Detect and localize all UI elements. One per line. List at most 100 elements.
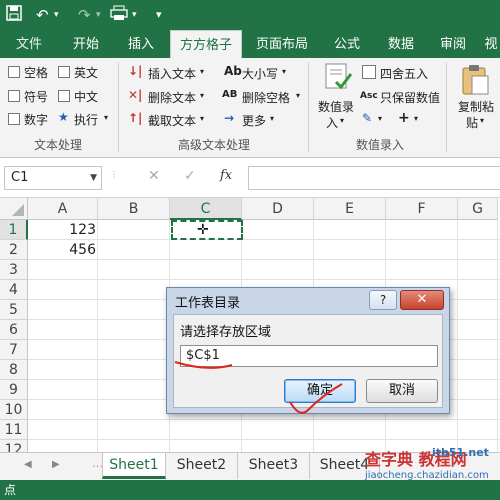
row-header-6[interactable]: 6 bbox=[0, 320, 28, 340]
tab-view[interactable]: 视 bbox=[482, 30, 500, 58]
delete-spaces-dropdown-icon[interactable]: ▾ bbox=[296, 91, 300, 100]
sheet-scroll-right-icon[interactable]: ▶ bbox=[52, 459, 60, 470]
name-box-dropdown-icon[interactable]: ▼ bbox=[90, 167, 97, 189]
close-button[interactable]: ✕ bbox=[400, 290, 444, 310]
checkbox-symbol-label: 符号 bbox=[24, 90, 49, 104]
insert-text-dropdown-icon[interactable]: ▾ bbox=[200, 67, 204, 76]
tab-page-layout[interactable]: 页面布局 bbox=[248, 30, 316, 58]
sheet-tab-3[interactable]: Sheet3 bbox=[238, 453, 310, 479]
sheet-scroll-left-icon[interactable]: ◀ bbox=[24, 459, 32, 470]
column-header-E[interactable]: E bbox=[314, 198, 386, 220]
customize-qat-icon[interactable]: ▾ bbox=[156, 5, 162, 25]
cancel-button[interactable]: 取消 bbox=[366, 379, 438, 403]
value-entry-button-line2[interactable]: 入 bbox=[326, 114, 338, 131]
cancel-entry-icon[interactable]: ✕ bbox=[148, 168, 160, 184]
help-button[interactable]: ? bbox=[369, 290, 397, 310]
execute-button[interactable]: 执行 bbox=[74, 111, 98, 128]
insert-text-icon: ↓| bbox=[128, 64, 143, 78]
row-header-8[interactable]: 8 bbox=[0, 360, 28, 380]
undo-dropdown-icon[interactable]: ▾ bbox=[54, 5, 59, 25]
checkbox-symbol[interactable] bbox=[8, 90, 20, 102]
redo-icon[interactable]: ↷ bbox=[78, 5, 91, 25]
extract-text-dropdown-icon[interactable]: ▾ bbox=[200, 114, 204, 123]
checkbox-number[interactable] bbox=[8, 113, 20, 125]
cell-A2[interactable]: 456 bbox=[28, 240, 98, 260]
case-button[interactable]: 大小写 bbox=[242, 65, 278, 82]
column-header-D[interactable]: D bbox=[242, 198, 314, 220]
column-header-A[interactable]: A bbox=[28, 198, 98, 220]
row-header-12[interactable]: 12 bbox=[0, 440, 28, 452]
checkbox-chinese[interactable] bbox=[58, 90, 70, 102]
tab-insert[interactable]: 插入 bbox=[116, 30, 166, 58]
row-header-1[interactable]: 1 bbox=[0, 220, 28, 240]
select-all-corner[interactable] bbox=[0, 198, 28, 220]
row-header-4[interactable]: 4 bbox=[0, 280, 28, 300]
keep-values-button[interactable]: 只保留数值 bbox=[380, 89, 440, 106]
cell-A1[interactable]: 123 bbox=[28, 220, 98, 240]
row-header-5[interactable]: 5 bbox=[0, 300, 28, 320]
row-header-3[interactable]: 3 bbox=[0, 260, 28, 280]
copy-paste-button-line2[interactable]: 贴 bbox=[466, 114, 478, 131]
plus-icon[interactable]: + bbox=[398, 110, 410, 126]
execute-dropdown-icon[interactable]: ▾ bbox=[104, 113, 108, 122]
value-entry-icon bbox=[322, 62, 354, 92]
value-entry-dropdown-icon[interactable]: ▾ bbox=[340, 116, 344, 125]
row-header-11[interactable]: 11 bbox=[0, 420, 28, 440]
qat-dropdown-icon[interactable]: ▾ bbox=[132, 5, 137, 25]
checkbox-english[interactable] bbox=[58, 66, 70, 78]
worksheet-directory-dialog: 工作表目录 ? ✕ 请选择存放区域 $C$1 确定 取消 bbox=[166, 287, 450, 414]
column-header-C[interactable]: C bbox=[170, 198, 242, 220]
print-preview-icon[interactable] bbox=[110, 5, 128, 26]
more-button[interactable]: 更多 bbox=[242, 112, 266, 129]
row-header-10[interactable]: 10 bbox=[0, 400, 28, 420]
gridline-horizontal bbox=[28, 419, 500, 420]
tab-data[interactable]: 数据 bbox=[378, 30, 424, 58]
column-header-B[interactable]: B bbox=[98, 198, 170, 220]
confirm-entry-icon[interactable]: ✓ bbox=[184, 168, 196, 184]
edit-icon[interactable]: ✎ bbox=[362, 111, 372, 125]
row-header-7[interactable]: 7 bbox=[0, 340, 28, 360]
tab-home[interactable]: 开始 bbox=[60, 30, 112, 58]
column-header-F[interactable]: F bbox=[386, 198, 458, 220]
ok-button[interactable]: 确定 bbox=[284, 379, 356, 403]
group-separator bbox=[118, 62, 119, 152]
undo-icon[interactable]: ↶ bbox=[36, 5, 49, 25]
formula-input[interactable] bbox=[248, 166, 500, 190]
insert-function-icon[interactable]: fx bbox=[220, 168, 232, 183]
extract-text-button[interactable]: 截取文本 bbox=[148, 112, 196, 129]
formula-bar-grip-icon: ⋮ bbox=[110, 170, 118, 179]
checkbox-chinese-label: 中文 bbox=[74, 90, 99, 104]
sheet-tab-2[interactable]: Sheet2 bbox=[166, 453, 238, 479]
tab-fangfang[interactable]: 方方格子 bbox=[170, 30, 242, 58]
value-entry-button[interactable]: 数值录 bbox=[318, 98, 354, 115]
dialog-prompt: 请选择存放区域 bbox=[180, 325, 272, 340]
copy-paste-dropdown-icon[interactable]: ▾ bbox=[480, 116, 484, 125]
column-header-G[interactable]: G bbox=[458, 198, 498, 220]
insert-text-button[interactable]: 插入文本 bbox=[148, 65, 196, 82]
redo-dropdown-icon[interactable]: ▾ bbox=[96, 5, 101, 25]
row-header-9[interactable]: 9 bbox=[0, 380, 28, 400]
more-dropdown-icon[interactable]: ▾ bbox=[270, 114, 274, 123]
delete-text-button[interactable]: 删除文本 bbox=[148, 89, 196, 106]
edit-dropdown-icon[interactable]: ▾ bbox=[378, 114, 382, 123]
tab-formulas[interactable]: 公式 bbox=[322, 30, 372, 58]
checkbox-space[interactable] bbox=[8, 66, 20, 78]
delete-spaces-button[interactable]: 删除空格 bbox=[242, 89, 290, 106]
tab-review[interactable]: 审阅 bbox=[430, 30, 476, 58]
row-header-2[interactable]: 2 bbox=[0, 240, 28, 260]
copy-paste-button[interactable]: 复制粘 bbox=[458, 98, 494, 115]
plus-dropdown-icon[interactable]: ▾ bbox=[414, 114, 418, 123]
name-box[interactable]: C1 ▼ bbox=[4, 166, 102, 190]
tab-file[interactable]: 文件 bbox=[8, 30, 50, 58]
quick-access-toolbar: ↶ ▾ ↷ ▾ ▾ ▾ bbox=[0, 0, 500, 30]
sheet-tab-1[interactable]: Sheet1 bbox=[102, 453, 166, 479]
range-input[interactable]: $C$1 bbox=[180, 345, 438, 367]
case-dropdown-icon[interactable]: ▾ bbox=[282, 67, 286, 76]
save-icon[interactable] bbox=[6, 5, 22, 26]
dialog-body: 请选择存放区域 $C$1 确定 取消 bbox=[173, 314, 443, 408]
watermark-url: jiaocheng.chazidian.com bbox=[365, 470, 489, 481]
checkbox-space-label: 空格 bbox=[24, 66, 49, 80]
round-button[interactable]: 四舍五入 bbox=[380, 65, 428, 82]
delete-text-dropdown-icon[interactable]: ▾ bbox=[200, 91, 204, 100]
delete-text-icon: ✕| bbox=[128, 88, 143, 102]
